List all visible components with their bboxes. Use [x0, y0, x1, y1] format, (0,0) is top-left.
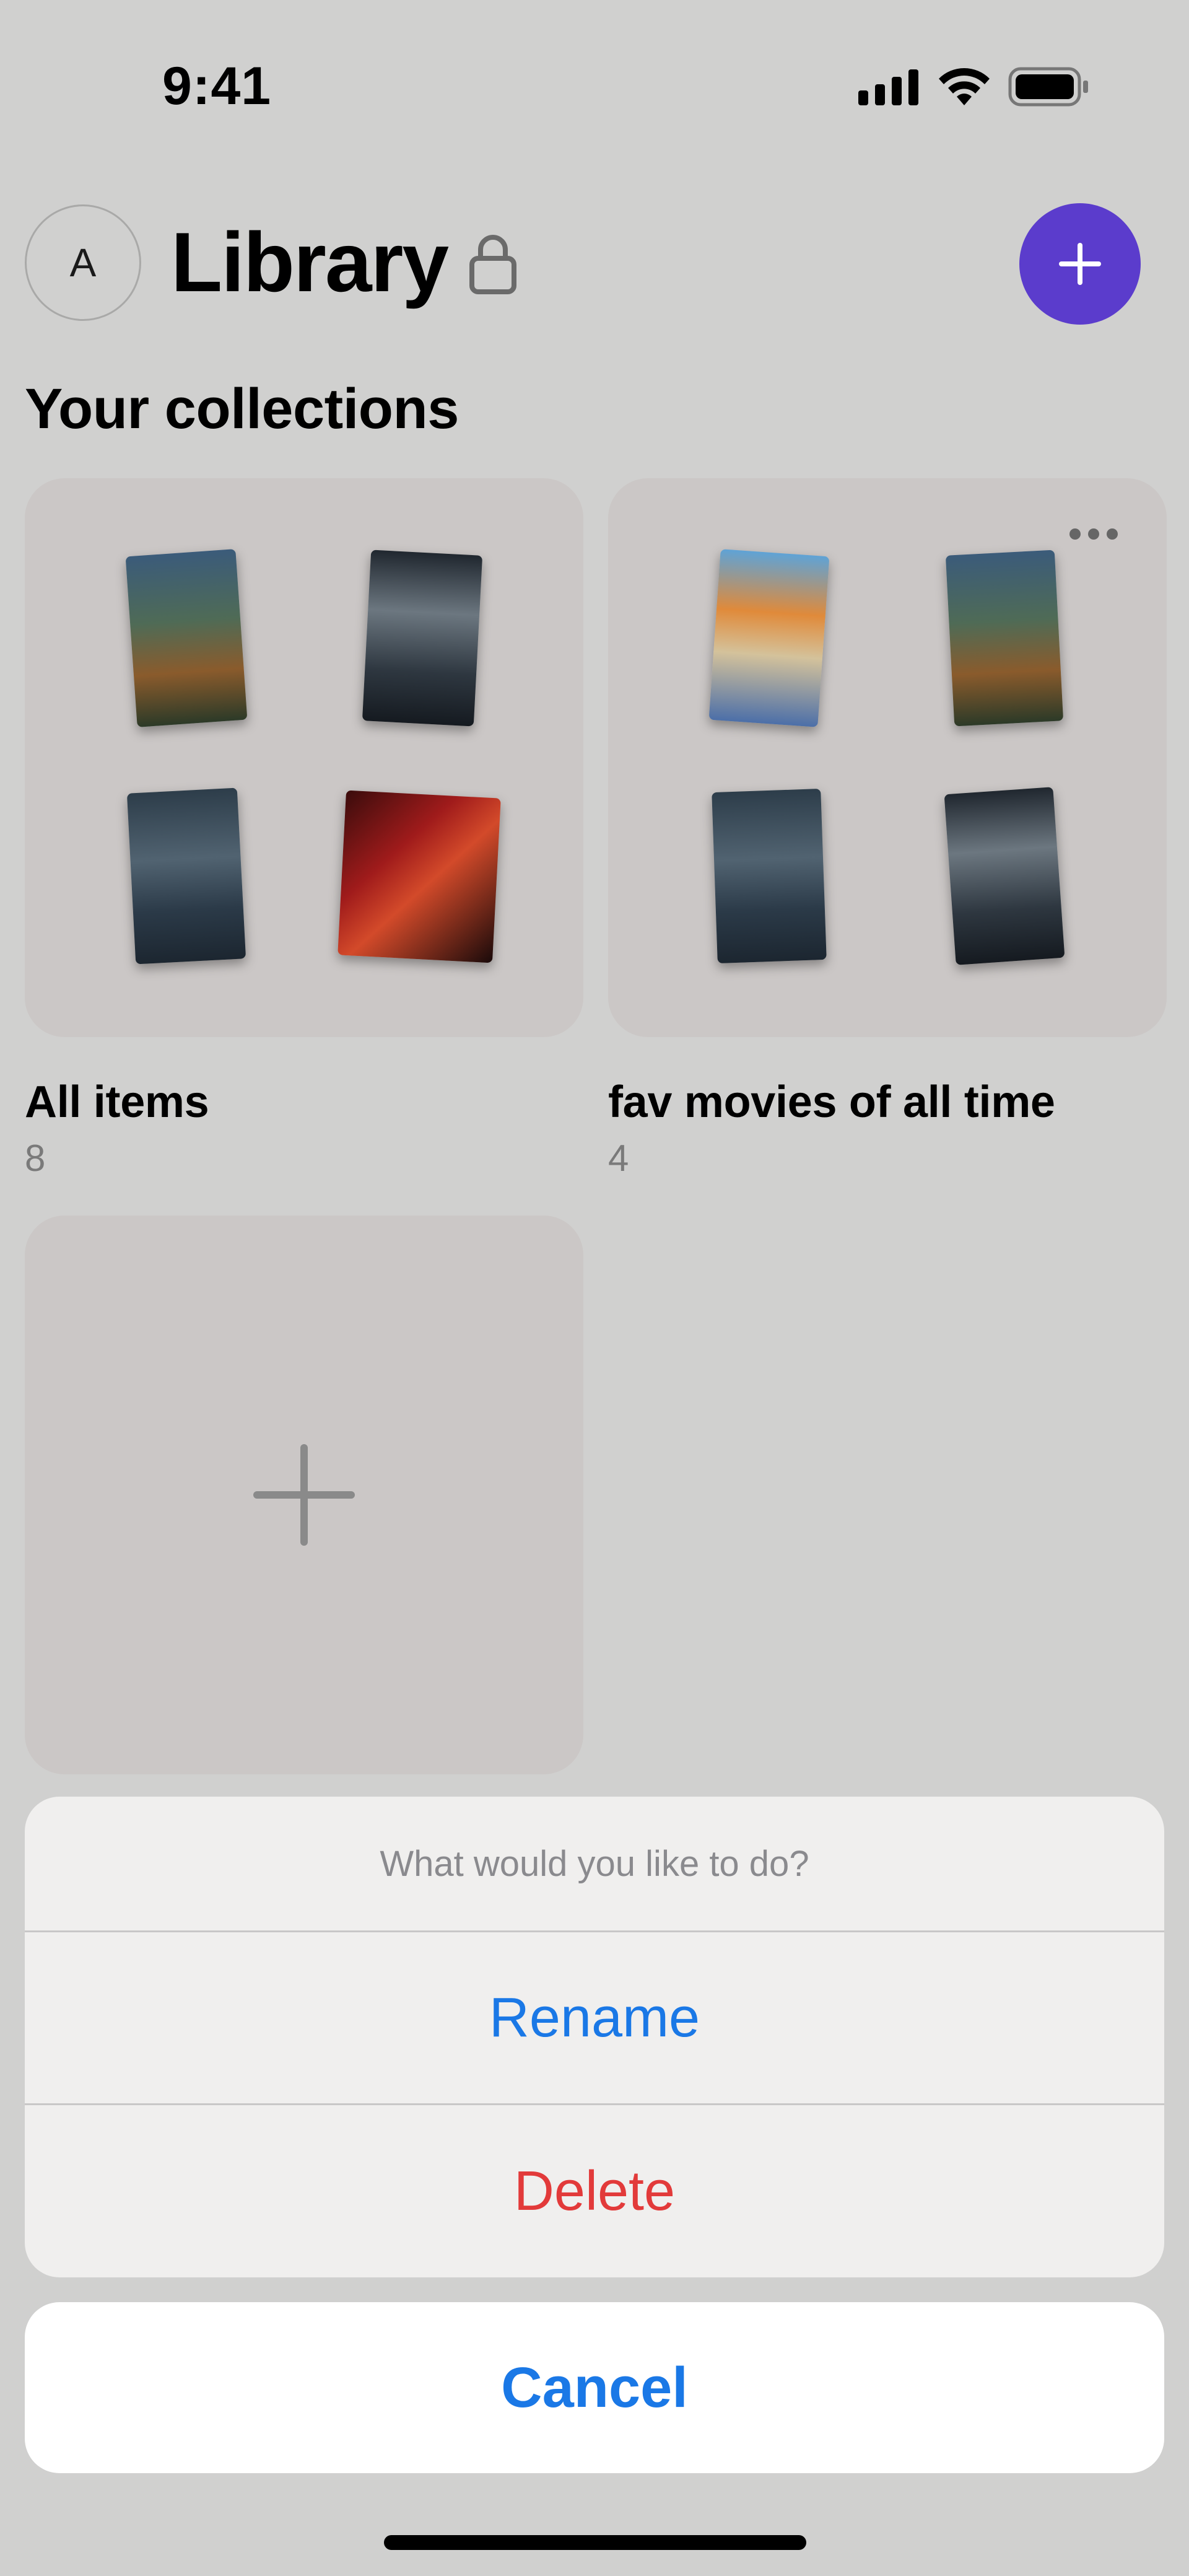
poster-thumbnail: [126, 787, 246, 965]
poster-thumbnail: [944, 787, 1065, 965]
delete-button[interactable]: Delete: [25, 2105, 1164, 2277]
poster-thumbnail: [125, 549, 248, 727]
section-heading: Your collections: [25, 377, 459, 440]
poster-thumbnail: [338, 790, 501, 963]
signal-icon: [858, 69, 918, 105]
poster-thumbnail: [945, 550, 1064, 727]
collection-title: All items: [25, 1077, 209, 1127]
poster-thumbnail: [362, 550, 483, 727]
more-horizontal-icon[interactable]: [1068, 527, 1120, 541]
poster-thumbnail: [712, 789, 827, 963]
status-time: 9:41: [162, 56, 272, 116]
add-button[interactable]: [1019, 203, 1141, 325]
status-icons: [858, 67, 1090, 107]
battery-icon: [1008, 67, 1088, 107]
home-indicator[interactable]: [384, 2535, 806, 2550]
new-collection-card[interactable]: [25, 1216, 583, 1774]
collection-count: 8: [25, 1137, 46, 1179]
plus-icon: [1059, 243, 1101, 285]
plus-icon: [253, 1444, 355, 1546]
action-sheet: What would you like to do? Rename Delete: [25, 1797, 1164, 2277]
avatar[interactable]: A: [25, 204, 141, 321]
wifi-icon: [939, 68, 990, 105]
page-title: Library: [171, 215, 449, 309]
collection-card-all-items[interactable]: [25, 478, 583, 1037]
collection-count: 4: [608, 1137, 629, 1179]
rename-button[interactable]: Rename: [25, 1932, 1164, 2103]
collection-title: fav movies of all time: [608, 1077, 1055, 1127]
lock-icon: [469, 235, 516, 294]
action-sheet-prompt: What would you like to do?: [380, 1843, 809, 1884]
cancel-button[interactable]: Cancel: [25, 2302, 1164, 2473]
collection-card-fav-movies[interactable]: [608, 478, 1167, 1037]
poster-thumbnail: [708, 549, 830, 727]
